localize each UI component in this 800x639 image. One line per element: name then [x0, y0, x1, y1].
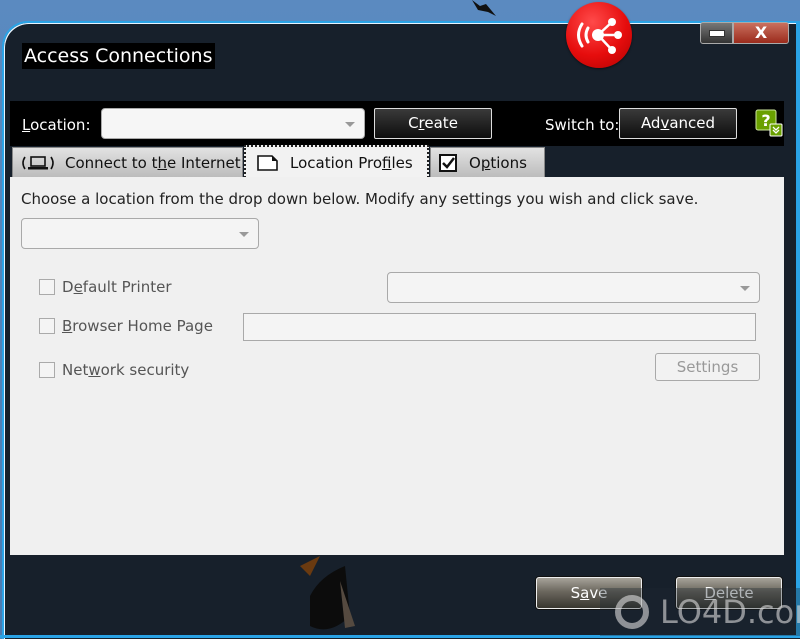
network-security-label: Network security	[62, 361, 190, 379]
help-icon[interactable]: ?	[755, 109, 783, 137]
access-connections-logo-icon	[566, 2, 632, 68]
settings-button[interactable]: Settings	[655, 353, 760, 381]
document-icon	[256, 154, 280, 172]
default-printer-dropdown[interactable]	[387, 272, 760, 303]
instruction-text: Choose a location from the drop down bel…	[21, 190, 699, 208]
close-button[interactable]: X	[733, 22, 789, 44]
chevron-down-icon	[345, 121, 355, 127]
window-title: Access Connections	[22, 43, 215, 69]
tab-label: Connect to the Internet	[65, 153, 241, 172]
tab-location-profiles[interactable]: Location Profiles	[244, 145, 429, 178]
browser-home-page-row: Browser Home Page	[39, 317, 213, 335]
advanced-button[interactable]: Advanced	[619, 108, 737, 139]
minimize-button[interactable]	[700, 22, 733, 44]
tab-label: Options	[469, 153, 527, 172]
tab-connect-to-internet[interactable]: Connect to the Internet	[12, 147, 243, 177]
location-label: Location:	[22, 116, 91, 134]
create-button[interactable]: Create	[374, 108, 492, 139]
network-security-checkbox[interactable]	[39, 362, 55, 378]
close-icon: X	[754, 23, 768, 42]
chevron-down-icon	[740, 285, 750, 291]
watermark-refresh-icon	[615, 595, 649, 629]
default-printer-checkbox[interactable]	[39, 279, 55, 295]
browser-home-page-label: Browser Home Page	[62, 317, 213, 335]
browser-home-page-input[interactable]	[243, 313, 756, 341]
chevron-down-icon	[239, 231, 249, 237]
laptop-wireless-icon	[21, 154, 55, 172]
tab-options[interactable]: Options	[430, 147, 545, 177]
svg-text:?: ?	[761, 111, 770, 130]
browser-home-page-checkbox[interactable]	[39, 318, 55, 334]
watermark: LO4D.com	[600, 588, 800, 636]
switch-to-label: Switch to:	[545, 116, 620, 134]
tab-label: Location Profiles	[290, 153, 413, 172]
default-printer-label: Default Printer	[62, 278, 172, 296]
location-dropdown[interactable]	[101, 108, 365, 139]
window-border	[796, 21, 800, 638]
profile-dropdown[interactable]	[21, 218, 259, 249]
minimize-icon	[708, 30, 725, 37]
default-printer-row: Default Printer	[39, 278, 172, 296]
network-security-row: Network security	[39, 361, 189, 379]
checkbox-checked-icon	[439, 153, 459, 172]
watermark-text: LO4D.com	[660, 593, 800, 631]
desktop-wallpaper-figure	[472, 0, 496, 16]
wallpaper-art	[300, 556, 355, 630]
